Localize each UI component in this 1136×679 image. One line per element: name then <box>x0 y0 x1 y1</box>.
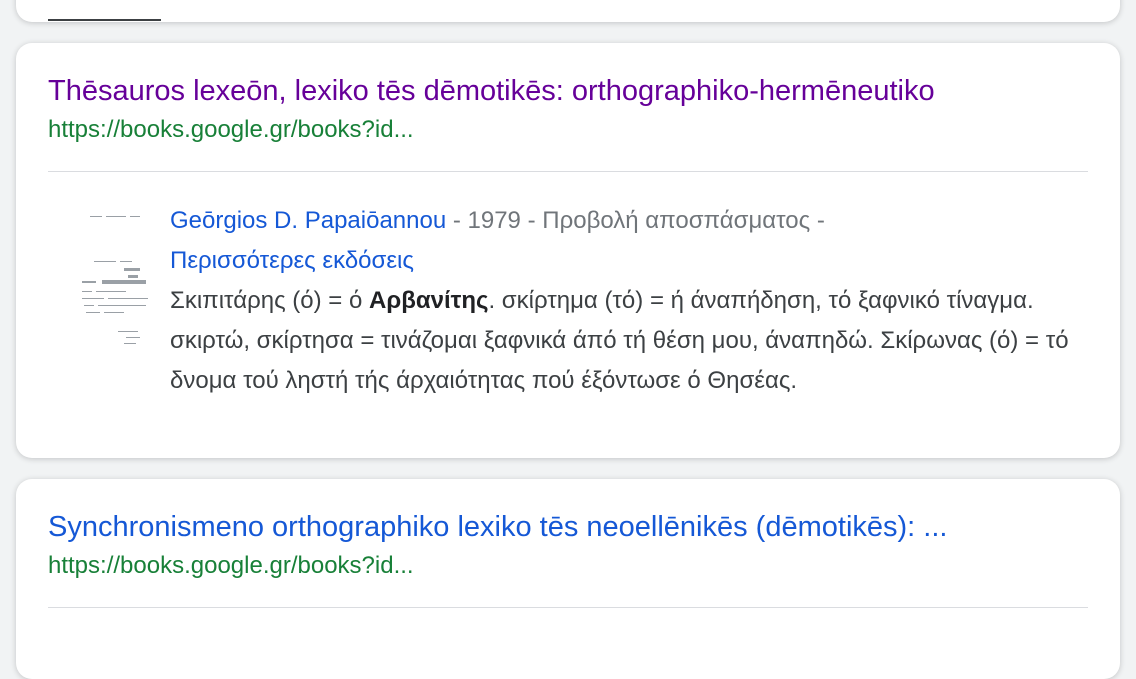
book-cover-icon <box>80 213 150 363</box>
result-title-link[interactable]: Thēsauros lexeōn, lexiko tēs dēmotikēs: … <box>48 73 935 109</box>
result-url[interactable]: https://books.google.gr/books?id... <box>48 551 414 581</box>
result-snippet: Σκιπιτάρης (ό) = ό Αρβανίτης. σκίρτημα (… <box>170 281 1090 401</box>
more-editions-link[interactable]: Περισσότερες εκδόσεις <box>170 241 414 281</box>
snippet-highlight: Αρβανίτης <box>369 287 489 314</box>
previous-result-underline <box>48 19 161 21</box>
book-meta-line: Geōrgios D. Papaiōannou - 1979 - Προβολή… <box>170 201 1090 241</box>
book-meta-details: - 1979 - Προβολή αποσπάσματος - <box>446 207 825 234</box>
result-title-link[interactable]: Synchronismeno orthographiko lexiko tēs … <box>48 509 947 545</box>
result-divider <box>48 607 1088 608</box>
author-link[interactable]: Geōrgios D. Papaiōannou <box>170 207 446 234</box>
previous-result-card <box>16 0 1120 22</box>
result-divider <box>48 171 1088 172</box>
search-result-card: Thēsauros lexeōn, lexiko tēs dēmotikēs: … <box>16 43 1120 458</box>
result-url[interactable]: https://books.google.gr/books?id... <box>48 115 414 145</box>
search-result-card: Synchronismeno orthographiko lexiko tēs … <box>16 479 1120 679</box>
snippet-text-before: Σκιπιτάρης (ό) = ό <box>170 287 370 314</box>
book-cover-thumbnail[interactable] <box>80 213 150 363</box>
